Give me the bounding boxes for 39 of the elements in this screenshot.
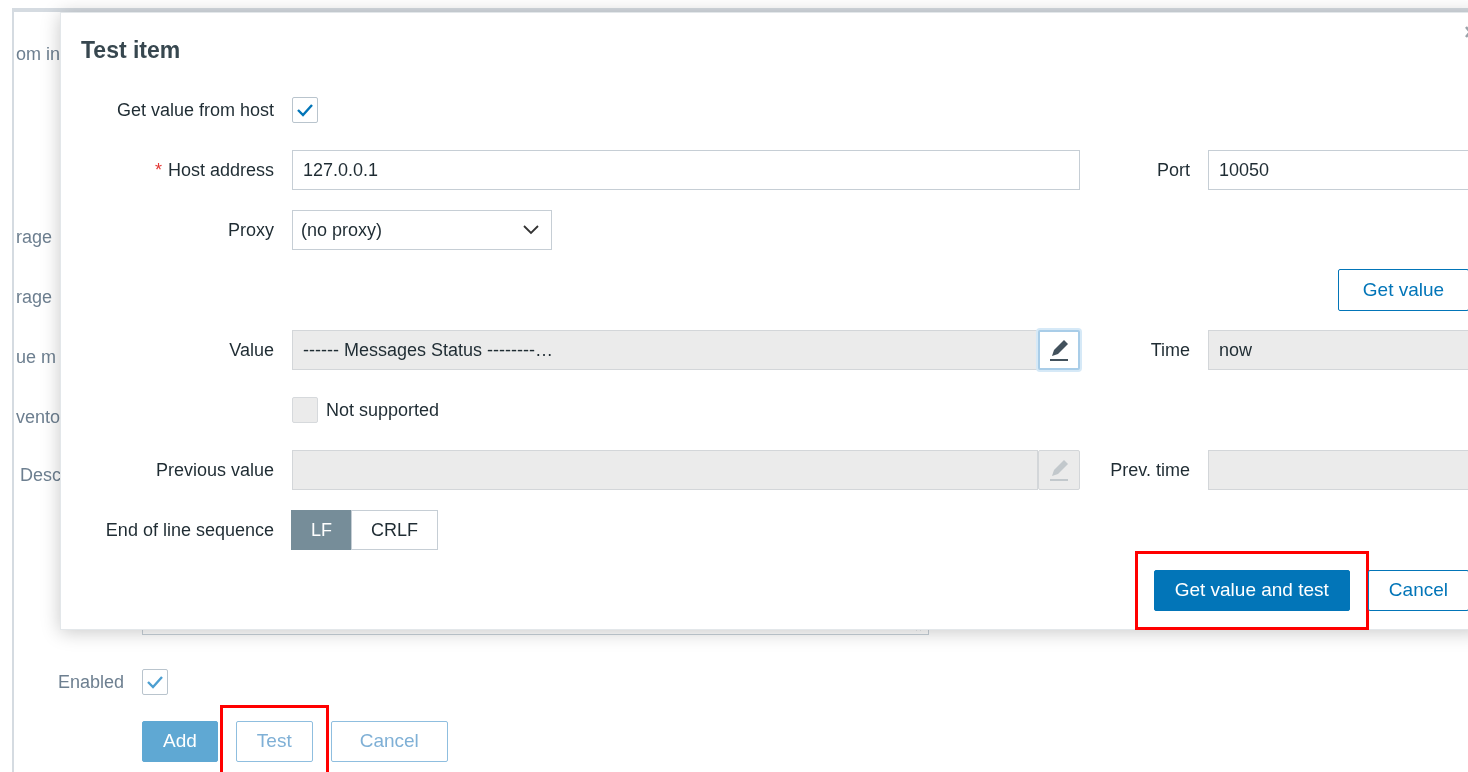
field-label: Enabled — [57, 671, 124, 693]
field-label: rage — [16, 226, 53, 248]
field-label: Previous value — [154, 459, 274, 481]
field-label: Port — [1156, 159, 1190, 181]
dialog-title: Test item — [81, 36, 181, 65]
button[interactable]: Add — [142, 720, 218, 762]
field-label: * Host address — [153, 159, 274, 181]
edit-button[interactable] — [1038, 330, 1080, 370]
field-label: End of line sequence — [104, 519, 274, 541]
button[interactable]: Cancel — [1367, 569, 1468, 611]
time-field[interactable]: now — [1208, 330, 1468, 370]
check-icon — [146, 675, 164, 689]
field-label: vento — [16, 406, 61, 428]
button[interactable]: Get value and test — [1153, 569, 1350, 611]
host-address-field[interactable]: 127.0.0.1 — [292, 150, 1080, 190]
segment-tab[interactable]: CRLF — [351, 510, 439, 550]
field-label: om in — [16, 43, 60, 65]
field-label: Proxy — [227, 219, 274, 241]
pencil-icon — [1047, 337, 1071, 363]
field-label: Prev. time — [1109, 459, 1190, 481]
value-field[interactable]: ------ Messages Status --------… — [292, 330, 1038, 370]
field-label: Desc — [19, 464, 61, 487]
checkbox[interactable] — [292, 97, 318, 123]
field-label: Value — [228, 339, 274, 361]
checkbox[interactable] — [142, 669, 168, 695]
get-value-button[interactable]: Get value — [1338, 269, 1468, 311]
field-label: ue m — [16, 346, 57, 368]
field-label: rage — [16, 286, 53, 308]
port-field[interactable]: 10050 — [1208, 150, 1468, 190]
proxy-dropdown[interactable]: (no proxy) — [292, 210, 552, 250]
field-label: Get value from host — [115, 99, 274, 121]
segment-tab[interactable]: LF — [291, 510, 352, 550]
chevron-down-icon — [523, 225, 539, 235]
previous-value-field[interactable] — [292, 450, 1038, 490]
checkbox-label: Not supported — [326, 399, 440, 421]
field-label: Time — [1149, 339, 1190, 361]
prev-time-field[interactable] — [1208, 450, 1468, 490]
check-icon — [296, 103, 314, 117]
pencil-icon — [1047, 457, 1071, 483]
